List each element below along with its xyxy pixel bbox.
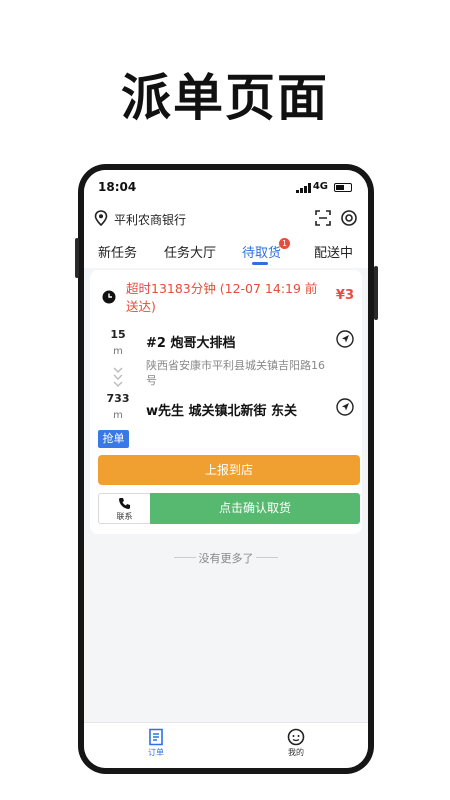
status-bar: 18:04 4G <box>96 180 358 196</box>
signal-icon <box>296 183 311 193</box>
report-arrival-button[interactable]: 上报到店 <box>98 455 360 485</box>
location-header: 平利农商银行 <box>94 208 358 230</box>
shop-name: #2 炮哥大排档 <box>146 336 236 351</box>
tab-delivering[interactable]: 配送中 <box>314 242 353 261</box>
profile-face-icon <box>287 728 305 746</box>
location-name[interactable]: 平利农商银行 <box>114 211 186 228</box>
task-tabs: 新任务 任务大厅 待取货 1 配送中 <box>84 236 368 268</box>
route-chevrons-icon <box>113 367 123 387</box>
settings-target-icon[interactable] <box>340 209 358 227</box>
no-more-text: 没有更多了 <box>198 552 254 565</box>
order-price: ¥3 <box>335 288 354 303</box>
shop-address: 陕西省安康市平利县城关镇吉阳路16号 <box>146 359 325 387</box>
navigate-customer-icon[interactable] <box>336 398 354 416</box>
confirm-pickup-button[interactable]: 点击确认取货 <box>150 493 360 524</box>
tab-new-task[interactable]: 新任务 <box>98 242 137 261</box>
phone-side-button-right <box>374 266 378 320</box>
grab-order-tag[interactable]: 抢单 <box>98 430 129 448</box>
tab-pending-pickup[interactable]: 待取货 <box>242 242 281 261</box>
promo-headline: 派单页面 <box>121 69 329 127</box>
navigate-shop-icon[interactable] <box>336 330 354 348</box>
status-time: 18:04 <box>98 180 137 194</box>
nav-mine-label: 我的 <box>288 748 304 757</box>
order-card[interactable]: 超时13183分钟 (12-07 14:19 前送达) ¥3 15 m 733 … <box>90 270 362 534</box>
delivery-distance-unit: m <box>113 410 123 421</box>
phone-side-button-left <box>75 238 79 278</box>
phone-frame: 18:04 4G 平利农商银行 新任务 任务大厅 待取货 1 配送中 超时131… <box>75 164 378 774</box>
pickup-distance-unit: m <box>113 346 123 357</box>
contact-button[interactable]: 联系 <box>98 493 151 524</box>
active-tab-indicator <box>252 262 268 265</box>
delivery-distance: 733 <box>106 392 130 405</box>
customer-info: w先生 城关镇北新街 东关 <box>146 404 298 419</box>
contact-label: 联系 <box>116 512 133 521</box>
phone-icon <box>119 498 130 509</box>
no-more-divider-right <box>256 557 278 558</box>
tab-task-hall[interactable]: 任务大厅 <box>164 242 216 261</box>
timeout-text: 超时13183分钟 (12-07 14:19 前送达) <box>126 281 318 314</box>
orders-icon <box>149 728 163 746</box>
pickup-distance: 15 <box>110 328 126 341</box>
battery-icon <box>334 183 352 192</box>
nav-orders-label: 订单 <box>148 748 164 757</box>
nav-orders[interactable]: 订单 <box>126 728 186 758</box>
network-type: 4G <box>312 181 328 192</box>
location-pin-icon <box>94 210 108 226</box>
nav-mine[interactable]: 我的 <box>266 728 326 758</box>
scan-icon[interactable] <box>314 209 332 227</box>
clock-icon <box>102 290 116 304</box>
bottom-navigation: 订单 我的 <box>84 722 368 768</box>
app-screen: 18:04 4G 平利农商银行 新任务 任务大厅 待取货 1 配送中 超时131… <box>84 170 368 768</box>
pending-pickup-badge: 1 <box>279 238 290 249</box>
